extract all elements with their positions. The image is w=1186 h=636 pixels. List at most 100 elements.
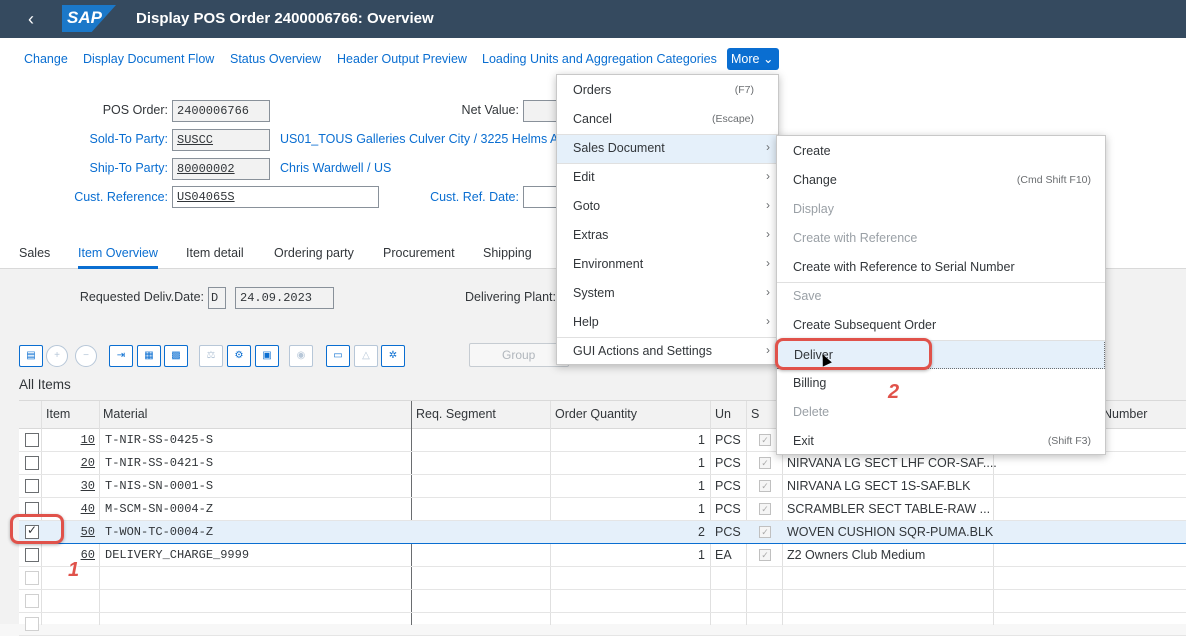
status-overview-button[interactable]: Status Overview (230, 52, 321, 66)
table-row[interactable]: 60 DELIVERY_CHARGE_9999 1 EA ✓ Z2 Owners Club… (19, 544, 1186, 567)
menu-item-system[interactable]: System › (557, 279, 778, 308)
row-checkbox[interactable] (25, 594, 39, 608)
net-value-label: Net Value: (461, 103, 519, 117)
tab-shipping[interactable]: Shipping (483, 246, 532, 260)
sold-to-label[interactable]: Sold-To Party: (60, 132, 168, 146)
menu-item-sales-document[interactable]: Sales Document › (557, 134, 778, 163)
remove-row-icon[interactable]: − (75, 345, 97, 367)
row-checkbox[interactable] (25, 571, 39, 585)
menu-item-label: GUI Actions and Settings (573, 344, 712, 358)
unit-cell: PCS (715, 433, 741, 447)
menu-item-help[interactable]: Help › (557, 308, 778, 337)
item-number-link[interactable]: 40 (65, 502, 95, 516)
ship-to-description[interactable]: Chris Wardwell / US (280, 161, 391, 175)
menu-item-edit[interactable]: Edit › (557, 163, 778, 192)
col-number[interactable]: Number (1103, 407, 1147, 421)
cust-reference-field[interactable]: US04065S (172, 186, 379, 208)
chart-icon[interactable]: △ (354, 345, 378, 367)
chevron-right-icon: › (766, 285, 770, 299)
insert-row-icon[interactable]: ⇥ (109, 345, 133, 367)
tab-procurement[interactable]: Procurement (383, 246, 455, 260)
description-cell: NIRVANA LG SECT 1S-SAF.BLK (787, 479, 971, 493)
schedule-icon[interactable]: ▣ (255, 345, 279, 367)
submenu-item-billing[interactable]: Billing (777, 369, 1105, 398)
add-row-icon[interactable]: + (46, 345, 68, 367)
item-number-link[interactable]: 20 (65, 456, 95, 470)
tab-item-overview[interactable]: Item Overview (78, 246, 158, 260)
row-checkbox[interactable] (25, 479, 39, 493)
pos-order-field[interactable]: 2400006766 (172, 100, 270, 122)
status-checkbox: ✓ (759, 526, 771, 538)
tab-item-detail[interactable]: Item detail (186, 246, 244, 260)
table-row[interactable]: 40 M-SCM-SN-0004-Z 1 PCS ✓ SCRAMBLER SECT TAB… (19, 498, 1186, 521)
more-menu: Orders (F7) Cancel (Escape) Sales Document › E… (556, 74, 779, 365)
quantity-cell: 2 (698, 525, 705, 539)
item-number-link[interactable]: 50 (65, 525, 95, 539)
col-req-segment[interactable]: Req. Segment (416, 407, 496, 421)
submenu-item-exit[interactable]: Exit (Shift F3) (777, 427, 1105, 456)
table-row[interactable] (19, 567, 1186, 590)
table-row[interactable] (19, 613, 1186, 636)
config-icon[interactable]: ⚙ (227, 345, 251, 367)
unit-cell: EA (715, 548, 732, 562)
pos-order-label: POS Order: (102, 103, 168, 117)
row-checkbox[interactable] (25, 617, 39, 631)
col-material[interactable]: Material (103, 407, 147, 421)
col-order-quantity[interactable]: Order Quantity (555, 407, 637, 421)
submenu-item-create-subsequent-order[interactable]: Create Subsequent Order (777, 311, 1105, 340)
tab-sales[interactable]: Sales (19, 246, 50, 260)
menu-item-orders[interactable]: Orders (F7) (557, 76, 778, 105)
details-icon[interactable]: ▤ (19, 345, 43, 367)
table-row[interactable]: 50 T-WON-TC-0004-Z 2 PCS ✓ WOVEN CUSHION SQR-… (19, 521, 1186, 544)
menu-item-gui-actions-and-settings[interactable]: GUI Actions and Settings › (557, 337, 778, 366)
ship-to-label[interactable]: Ship-To Party: (60, 161, 168, 175)
col-item[interactable]: Item (46, 407, 70, 421)
menu-item-extras[interactable]: Extras › (557, 221, 778, 250)
quantity-cell: 1 (698, 479, 705, 493)
row-checkbox[interactable] (25, 548, 39, 562)
submenu-item-create-with-reference-to-serial-number[interactable]: Create with Reference to Serial Number (777, 253, 1105, 282)
table-row[interactable] (19, 590, 1186, 613)
change-button[interactable]: Change (24, 52, 68, 66)
all-items-title: All Items (19, 377, 71, 392)
group-button[interactable]: Group (469, 343, 569, 367)
row-checkbox[interactable] (25, 456, 39, 470)
menu-item-cancel[interactable]: Cancel (Escape) (557, 105, 778, 134)
req-deliv-type-field[interactable]: D (208, 287, 226, 309)
shortcut-label: (Cmd Shift F10) (1016, 174, 1091, 186)
chevron-left-icon[interactable]: ‹ (28, 8, 46, 30)
row-checkbox[interactable] (25, 433, 39, 447)
deselect-all-icon[interactable]: ▩ (164, 345, 188, 367)
submenu-item-change[interactable]: Change (Cmd Shift F10) (777, 166, 1105, 195)
header-output-preview-button[interactable]: Header Output Preview (337, 52, 467, 66)
display-document-flow-button[interactable]: Display Document Flow (83, 52, 214, 66)
col-s[interactable]: S (751, 407, 759, 421)
ship-to-field[interactable]: 80000002 (172, 158, 270, 180)
menu-item-goto[interactable]: Goto › (557, 192, 778, 221)
material-cell: T-NIR-SS-0425-S (105, 433, 214, 447)
sold-to-field[interactable]: SUSCC (172, 129, 270, 151)
settings-icon[interactable]: ✲ (381, 345, 405, 367)
item-number-link[interactable]: 30 (65, 479, 95, 493)
page-title: Display POS Order 2400006766: Overview (136, 10, 434, 27)
menu-item-label: Save (793, 289, 822, 303)
submenu-item-create[interactable]: Create (777, 137, 1105, 166)
loading-units-button[interactable]: Loading Units and Aggregation Categories (482, 52, 717, 66)
batch-icon[interactable]: ◉ (289, 345, 313, 367)
sold-to-description[interactable]: US01_TOUS Galleries Culver City / 3225 H… (280, 132, 558, 146)
select-all-icon[interactable]: ▦ (137, 345, 161, 367)
col-un[interactable]: Un (715, 407, 731, 421)
chevron-right-icon: › (766, 140, 770, 154)
item-number-link[interactable]: 10 (65, 433, 95, 447)
description-cell: Z2 Owners Club Medium (787, 548, 926, 562)
menu-item-environment[interactable]: Environment › (557, 250, 778, 279)
more-button[interactable]: More ⌄ (727, 48, 779, 70)
req-deliv-date-field[interactable]: 24.09.2023 (235, 287, 334, 309)
unit-cell: PCS (715, 456, 741, 470)
tab-ordering-party[interactable]: Ordering party (274, 246, 354, 260)
menu-item-label: Edit (573, 170, 595, 184)
menu-item-label: System (573, 286, 615, 300)
layout-icon[interactable]: ▭ (326, 345, 350, 367)
pricing-icon[interactable]: ⚖ (199, 345, 223, 367)
table-row[interactable]: 30 T-NIS-SN-0001-S 1 PCS ✓ NIRVANA LG SECT 1S… (19, 475, 1186, 498)
